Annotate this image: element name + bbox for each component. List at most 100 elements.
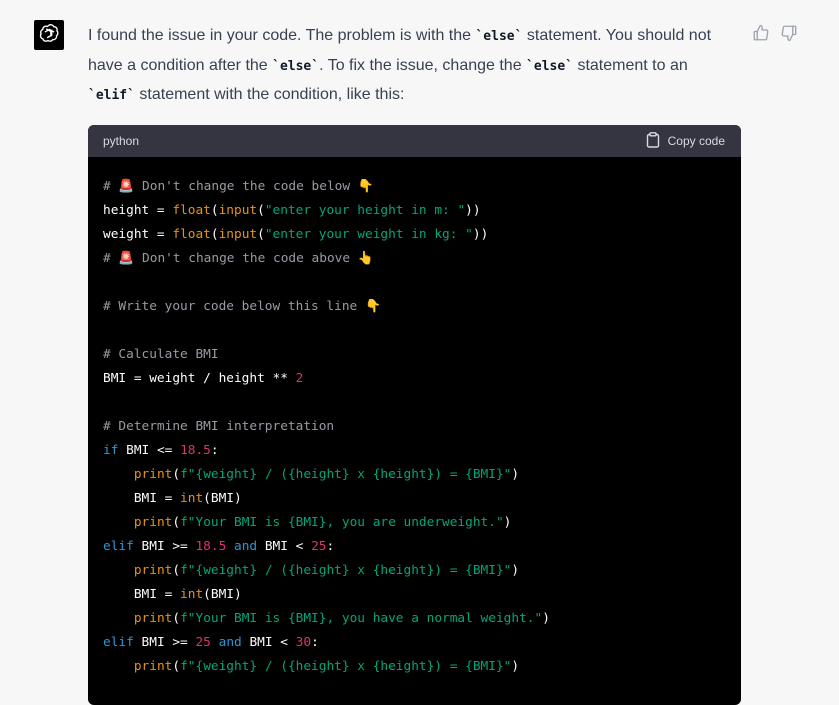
code-token: elif [103, 539, 134, 554]
code-line: print(f"Your BMI is {BMI}, you have a no… [103, 607, 726, 631]
code-language-label: python [103, 134, 140, 148]
code-token: ( [172, 515, 181, 530]
copy-code-button[interactable]: Copy code [646, 131, 725, 151]
code-token: print [133, 659, 173, 674]
code-token: # Calculate BMI [103, 347, 219, 362]
code-token: f"{weight} / ({height} x {height}) = {BM… [180, 467, 512, 482]
code-line: # 🚨 Don't change the code below 👇 [103, 175, 726, 199]
code-token: f"Your BMI is {BMI}, you are underweight… [180, 515, 504, 530]
code-token: int [180, 587, 204, 602]
code-token: f"Your BMI is {BMI}, you have a normal w… [180, 611, 543, 626]
code-token: BMI = [103, 491, 181, 506]
code-line: print(f"{weight} / ({height} x {height})… [103, 559, 726, 583]
code-token: ( [257, 203, 265, 218]
code-token: # 🚨 Don't change the code above 👆 [103, 251, 374, 266]
code-token: )) [472, 227, 489, 242]
code-token: "enter your height in m: " [264, 203, 466, 218]
code-token: print [133, 611, 173, 626]
inline-code: `else` [272, 58, 320, 74]
code-token: BMI <= [118, 443, 181, 458]
code-token: elif [103, 635, 134, 650]
code-line: print(f"Your BMI is {BMI}, you are under… [103, 511, 726, 535]
code-token: and [218, 635, 242, 650]
code-token: : [210, 443, 219, 458]
code-token: f"{weight} / ({height} x {height}) = {BM… [180, 563, 512, 578]
code-block-header: python Copy code [88, 125, 741, 157]
feedback-buttons [752, 24, 798, 42]
code-token: 18.5 [195, 539, 227, 554]
code-line: # Calculate BMI [103, 343, 726, 367]
inline-code: `else` [475, 29, 523, 44]
assistant-avatar [34, 20, 64, 50]
code-line: # 🚨 Don't change the code above 👆 [103, 247, 726, 271]
code-token: ( [257, 227, 265, 242]
code-token: ( [172, 563, 181, 578]
code-token: ) [511, 563, 520, 578]
code-token: BMI < [257, 539, 312, 554]
copy-code-label: Copy code [667, 134, 725, 148]
code-token: ( [172, 467, 181, 482]
assistant-message: I found the issue in your code. The prob… [88, 22, 728, 111]
code-line: print(f"{weight} / ({height} x {height})… [103, 463, 726, 487]
code-token: ( [172, 659, 181, 674]
code-line: BMI = int(BMI) [103, 487, 726, 511]
code-token: # 🚨 Don't change the code below 👇 [103, 179, 374, 194]
code-token: print [133, 563, 173, 578]
code-line: elif BMI >= 18.5 and BMI < 25: [103, 535, 726, 559]
code-token: ) [542, 611, 550, 626]
thumbs-down-icon[interactable] [780, 24, 798, 42]
code-token: 18.5 [180, 443, 211, 458]
thumbs-up-icon[interactable] [752, 24, 770, 42]
code-token: # Determine BMI interpretation [103, 419, 335, 434]
code-line: if BMI <= 18.5: [103, 439, 726, 463]
code-token: print [133, 467, 173, 482]
code-token: BMI < [241, 635, 296, 650]
code-token: input [218, 203, 258, 218]
code-token: : [326, 539, 335, 554]
code-token: : [311, 635, 319, 650]
clipboard-icon [646, 131, 660, 151]
code-token: 25 [311, 539, 327, 554]
code-token: float [172, 203, 211, 218]
code-line: BMI = int(BMI) [103, 583, 726, 607]
code-content: # 🚨 Don't change the code below 👇 height … [88, 157, 741, 697]
openai-logo-icon [38, 22, 60, 49]
code-line: # Write your code below this line 👇 [103, 295, 726, 319]
code-token: 25 [195, 635, 211, 650]
inline-code: `elif` [88, 88, 135, 103]
message-text: I found the issue in your code. The prob… [88, 27, 476, 44]
code-token: f"{weight} / ({height} x {height}) = {BM… [180, 659, 512, 674]
code-token: (BMI) [203, 587, 242, 602]
message-text: . To fix the issue, change the [319, 56, 527, 74]
code-token: ) [511, 659, 520, 674]
code-token: # Write your code below this line 👇 [103, 299, 381, 314]
code-token: int [180, 491, 204, 506]
code-token: and [234, 539, 258, 554]
inline-code: `else` [526, 58, 574, 74]
code-token: BMI >= [133, 539, 196, 554]
code-token: (BMI) [203, 491, 242, 506]
code-token: BMI >= [133, 635, 196, 650]
code-token: )) [465, 203, 481, 218]
code-line: print(f"{weight} / ({height} x {height})… [103, 655, 726, 679]
message-text: statement with the condition, like this: [134, 86, 405, 103]
code-line: BMI = weight / height ** 2 [103, 367, 726, 391]
code-token: 2 [295, 371, 304, 386]
code-token: float [172, 227, 211, 242]
code-token: ( [172, 611, 181, 626]
code-token: weight = [103, 227, 173, 242]
code-token: input [218, 227, 258, 242]
code-token: if [103, 443, 119, 458]
code-token: BMI = weight / height ** [103, 371, 296, 386]
code-token: "enter your weight in kg: " [264, 227, 473, 242]
code-line: height = float(input("enter your height … [103, 199, 726, 223]
code-token: ( [210, 203, 219, 218]
